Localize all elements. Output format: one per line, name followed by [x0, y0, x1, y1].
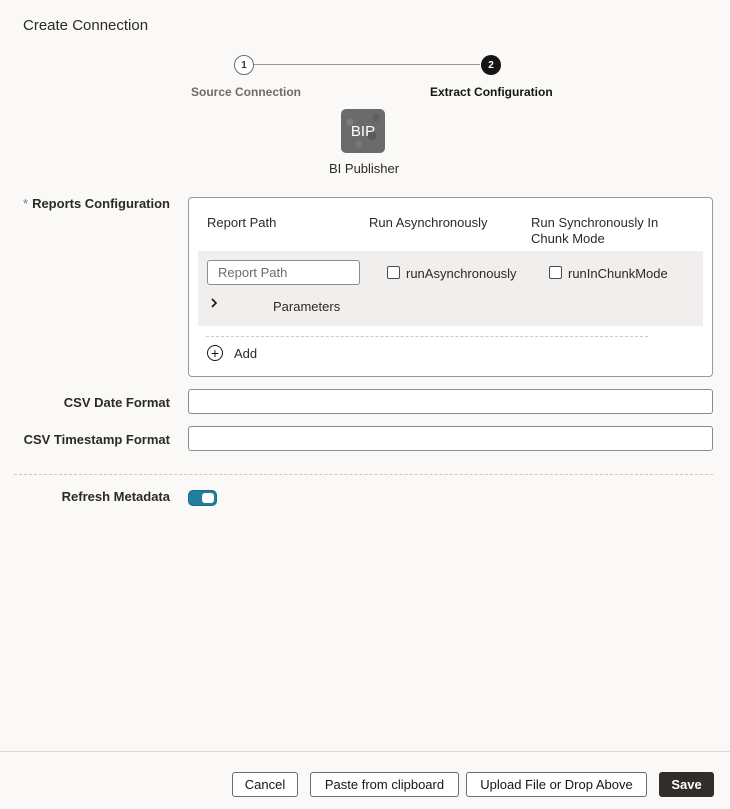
reports-config-label-text: Reports Configuration [32, 196, 170, 211]
upload-file-button[interactable]: Upload File or Drop Above [466, 772, 647, 797]
refresh-metadata-toggle[interactable] [188, 490, 217, 506]
bi-publisher-logo: BIP [341, 109, 385, 153]
footer-divider [0, 751, 730, 752]
report-path-input[interactable] [207, 260, 360, 285]
chunk-mode-checkbox[interactable] [549, 266, 562, 279]
cancel-button[interactable]: Cancel [232, 772, 298, 797]
add-row-button[interactable]: Add [234, 346, 257, 361]
refresh-metadata-label: Refresh Metadata [10, 489, 170, 504]
chunk-mode-label[interactable]: runInChunkMode [568, 266, 668, 281]
csv-date-format-input[interactable] [188, 389, 713, 414]
add-plus-icon[interactable]: + [207, 345, 223, 361]
step-1-label[interactable]: Source Connection [191, 85, 301, 99]
dialog-title: Create Connection [23, 17, 148, 34]
column-header-report-path: Report Path [207, 215, 276, 230]
expand-parameters-chevron-icon[interactable] [207, 296, 221, 315]
logo-text: BIP [351, 123, 375, 140]
toggle-knob [202, 493, 214, 503]
reports-config-label: * Reports Configuration [10, 196, 170, 211]
step-1-indicator[interactable]: 1 [234, 55, 254, 75]
csv-timestamp-format-label: CSV Timestamp Format [10, 432, 170, 447]
required-marker: * [23, 196, 28, 211]
section-divider [14, 474, 713, 475]
save-button[interactable]: Save [659, 772, 714, 797]
stepper-line [253, 64, 480, 65]
step-2-label[interactable]: Extract Configuration [430, 85, 553, 99]
parameters-label: Parameters [273, 299, 340, 314]
csv-timestamp-format-input[interactable] [188, 426, 713, 451]
row-divider [206, 336, 648, 337]
column-header-chunk-mode: Run Synchronously In Chunk Mode [531, 215, 691, 247]
run-async-checkbox[interactable] [387, 266, 400, 279]
source-name: BI Publisher [329, 161, 399, 176]
csv-date-format-label: CSV Date Format [10, 395, 170, 410]
run-async-label[interactable]: runAsynchronously [406, 266, 517, 281]
paste-from-clipboard-button[interactable]: Paste from clipboard [310, 772, 459, 797]
column-header-run-async: Run Asynchronously [369, 215, 488, 230]
step-2-indicator[interactable]: 2 [481, 55, 501, 75]
